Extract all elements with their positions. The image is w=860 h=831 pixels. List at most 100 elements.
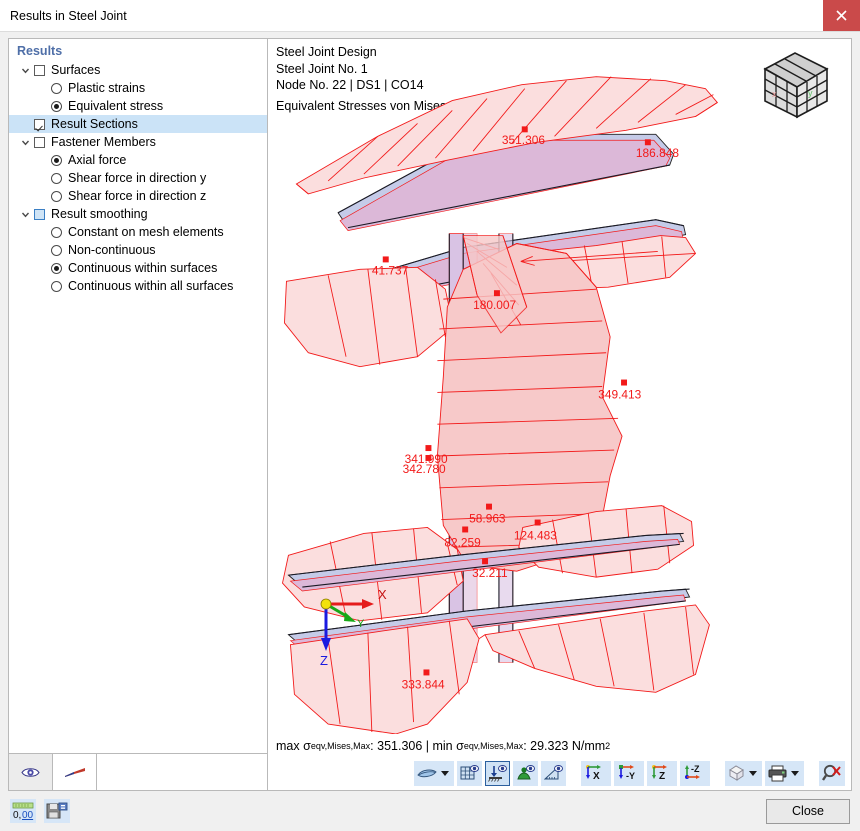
view-x-button[interactable]: X	[581, 761, 611, 786]
view-y-button[interactable]: -Y	[614, 761, 644, 786]
close-icon	[836, 10, 847, 21]
view-isometric-button[interactable]: -Z	[680, 761, 710, 786]
numeric-format-icon: 0, 00	[12, 802, 34, 820]
status-min-tail: : 29.323 N/mm	[523, 739, 605, 753]
tree-item-label: Shear force in direction y	[68, 171, 206, 185]
tree-item-label: Axial force	[68, 153, 126, 167]
dimension-display-button[interactable]	[541, 761, 566, 786]
tree-item-checkbox[interactable]	[34, 65, 45, 76]
chevron-down-icon	[749, 771, 757, 776]
mesh-display-button[interactable]	[457, 761, 482, 786]
chevron-down-icon	[791, 771, 799, 776]
svg-text:Z: Z	[659, 771, 665, 782]
tree-item-radio[interactable]	[51, 281, 62, 292]
tree-item-radio[interactable]	[51, 245, 62, 256]
chevron-down-icon	[21, 138, 30, 147]
chevron-down-icon	[21, 210, 30, 219]
result-value-marker	[645, 139, 651, 145]
zoom-reset-button[interactable]	[819, 761, 845, 786]
tree-item-radio[interactable]	[51, 263, 62, 274]
expand-chevron-icon[interactable]	[17, 210, 34, 219]
result-diagram-button[interactable]	[53, 754, 97, 790]
tree-item-label: Non-continuous	[68, 243, 156, 257]
result-value-marker	[425, 455, 431, 461]
tree-item-radio[interactable]	[51, 227, 62, 238]
tree-item-result-sections[interactable]: Result Sections	[9, 115, 267, 133]
visibility-eye-button[interactable]	[9, 754, 53, 790]
tree-item-label: Continuous within surfaces	[68, 261, 217, 275]
status-min-subscript: eqv,Mises,Max	[464, 741, 523, 751]
results-tree: Results SurfacesPlastic strainsEquivalen…	[8, 38, 267, 754]
sidebar-footer-toolbar	[8, 754, 267, 791]
tree-item-surfaces[interactable]: Surfaces	[9, 61, 267, 79]
decimal-places-button[interactable]: 0, 00	[10, 799, 36, 823]
tree-item-checkbox[interactable]	[34, 137, 45, 148]
svg-text:00: 00	[22, 810, 34, 820]
tree-item-axial-force[interactable]: Axial force	[9, 151, 267, 169]
tree-item-radio[interactable]	[51, 191, 62, 202]
result-value-label: 186.848	[636, 146, 679, 160]
grid-eye-icon	[460, 764, 479, 782]
tree-item-checkbox[interactable]	[34, 209, 45, 220]
tree-item-fastener-members[interactable]: Fastener Members	[9, 133, 267, 151]
dialog-body: Results SurfacesPlastic strainsEquivalen…	[0, 32, 860, 791]
tree-item-label: Surfaces	[51, 63, 100, 77]
svg-text:0,: 0,	[13, 810, 21, 820]
status-line: max σeqv,Mises,Max : 351.306 | min σeqv,…	[268, 734, 851, 758]
tree-item-equivalent-stress[interactable]: Equivalent stress	[9, 97, 267, 115]
render-mode-button[interactable]	[414, 761, 454, 786]
axis-label-x: X	[378, 587, 387, 602]
tree-item-shear-force-in-direction-z[interactable]: Shear force in direction z	[9, 187, 267, 205]
print-button[interactable]	[765, 761, 804, 786]
result-value-marker	[383, 256, 389, 262]
close-button[interactable]: Close	[766, 799, 850, 824]
coordinate-axes: X Y Z	[312, 579, 392, 669]
tree-item-non-continuous[interactable]: Non-continuous	[9, 241, 267, 259]
tree-item-label: Shear force in direction z	[68, 189, 206, 203]
ruler-eye-icon	[544, 764, 563, 782]
result-value-marker	[522, 126, 528, 132]
result-value-label: 58.963	[469, 512, 506, 526]
result-value-label: 342.780	[403, 462, 446, 476]
view-cube-button[interactable]	[725, 761, 762, 786]
tree-item-radio[interactable]	[51, 173, 62, 184]
load-eye-icon	[516, 764, 535, 782]
result-value-label: 124.483	[514, 528, 557, 542]
tree-item-result-smoothing[interactable]: Result smoothing	[9, 205, 267, 223]
expand-chevron-icon[interactable]	[17, 138, 34, 147]
results-sidebar: Results SurfacesPlastic strainsEquivalen…	[8, 38, 267, 791]
save-printer-icon	[46, 802, 68, 820]
result-value-label: 180.007	[473, 298, 516, 312]
tree-item-radio[interactable]	[51, 155, 62, 166]
load-display-button[interactable]	[513, 761, 538, 786]
title-bar: Results in Steel Joint	[0, 0, 860, 32]
result-value-label: 351.306	[502, 133, 545, 147]
tree-item-label: Equivalent stress	[68, 99, 163, 113]
tree-item-radio[interactable]	[51, 83, 62, 94]
result-value-marker	[621, 380, 627, 386]
graphics-view[interactable]: Steel Joint Design Steel Joint No. 1 Nod…	[268, 39, 851, 734]
diagram-icon	[64, 765, 86, 779]
status-unit-superscript: 2	[605, 741, 610, 751]
tree-item-label: Plastic strains	[68, 81, 145, 95]
tree-item-continuous-within-surfaces[interactable]: Continuous within surfaces	[9, 259, 267, 277]
save-report-button[interactable]	[44, 799, 70, 823]
result-value-marker	[494, 290, 500, 296]
support-display-button[interactable]	[485, 761, 510, 786]
axis-label-z: Z	[320, 653, 328, 668]
view-z-button[interactable]: Z	[647, 761, 677, 786]
tree-item-shear-force-in-direction-y[interactable]: Shear force in direction y	[9, 169, 267, 187]
tree-item-checkbox[interactable]	[34, 119, 45, 130]
tree-item-radio[interactable]	[51, 101, 62, 112]
surface-icon	[416, 765, 438, 781]
tree-item-continuous-within-all-surfaces[interactable]: Continuous within all surfaces	[9, 277, 267, 295]
result-value-marker	[482, 558, 488, 564]
tree-item-plastic-strains[interactable]: Plastic strains	[9, 79, 267, 97]
tree-item-constant-on-mesh-elements[interactable]: Constant on mesh elements	[9, 223, 267, 241]
svg-text:X: X	[593, 771, 600, 782]
expand-chevron-icon[interactable]	[17, 66, 34, 75]
result-value-label: 82.259	[444, 535, 481, 549]
window-close-button[interactable]	[823, 0, 860, 31]
axis-iso-icon: -Z	[683, 764, 707, 782]
tree-item-label: Result Sections	[51, 117, 138, 131]
